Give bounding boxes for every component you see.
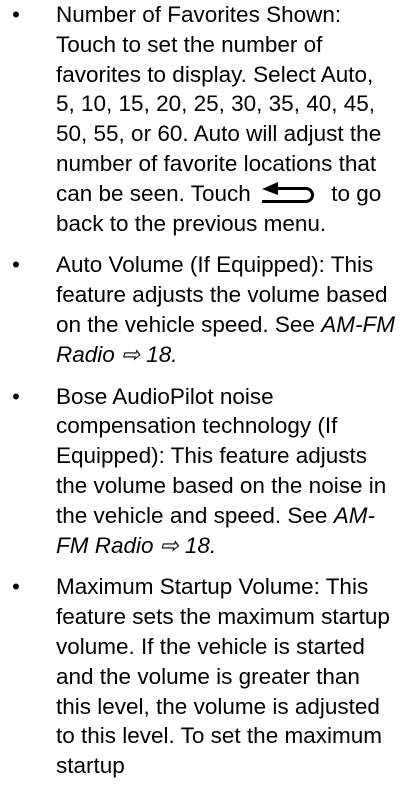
period: . <box>209 532 217 558</box>
list-item-max-startup-volume: • Maximum Startup Volume: This feature s… <box>0 572 402 781</box>
list-item-audiopilot: • Bose AudioPilot noise compensation tec… <box>0 382 402 561</box>
bullet: • <box>12 252 20 278</box>
item-text: Maximum Startup Volume: This feature set… <box>56 574 390 779</box>
page-number: 18 <box>184 532 210 558</box>
bullet-list: • Number of Favorites Shown: Touch to se… <box>0 0 402 793</box>
bullet: • <box>12 2 20 27</box>
list-item-favorites-shown: • Number of Favorites Shown: Touch to se… <box>0 0 402 238</box>
page-number: 18 <box>146 341 172 367</box>
bullet: • <box>12 383 20 409</box>
back-arrow-icon <box>262 181 314 203</box>
page-arrow-icon: ⇨ <box>121 341 140 367</box>
period: . <box>171 341 178 367</box>
list-item-auto-volume: • Auto Volume (If Equipped): This featur… <box>0 250 402 369</box>
page-arrow-icon: ⇨ <box>159 532 179 558</box>
item-text: Number of Favorites Shown: Touch to set … <box>56 2 382 206</box>
bullet: • <box>12 574 20 600</box>
